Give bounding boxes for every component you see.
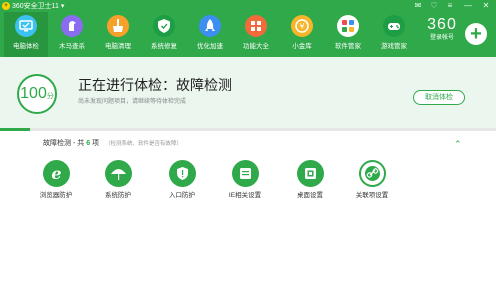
nav-item-label: 电脑清理 bbox=[105, 43, 131, 50]
check-item-system[interactable]: 系统防护 bbox=[88, 160, 148, 210]
coin-icon: ¥ bbox=[291, 15, 313, 37]
nav-item-label: 游戏管家 bbox=[381, 43, 407, 50]
nav-item-label: 软件管家 bbox=[335, 43, 361, 50]
nav-item-wallet[interactable]: ¥ 小金库 bbox=[280, 12, 324, 57]
section-count: 6 bbox=[86, 140, 91, 147]
apps-icon bbox=[337, 15, 359, 37]
nav-item-cleanup[interactable]: 电脑清理 bbox=[96, 12, 140, 57]
check-item-label: 入口防护 bbox=[169, 192, 195, 199]
progress-fill bbox=[0, 128, 30, 131]
nav-item-trojan[interactable]: 木马查杀 bbox=[50, 12, 94, 57]
score-unit: 分 bbox=[46, 93, 54, 100]
ie-settings-icon bbox=[232, 160, 259, 187]
app-logo-icon: + bbox=[2, 2, 10, 10]
checkup-progress-bar bbox=[0, 128, 496, 131]
check-item-label: 系统防护 bbox=[105, 192, 131, 199]
rocket-icon bbox=[199, 15, 221, 37]
close-button[interactable]: ✕ bbox=[480, 0, 492, 12]
nav-item-label: 系统修复 bbox=[151, 43, 177, 50]
grid-icon bbox=[245, 15, 267, 37]
account-area[interactable]: 360 登录帐号 bbox=[420, 16, 464, 54]
app-title[interactable]: 360安全卫士11 ▾ bbox=[12, 2, 64, 11]
section-header: 故障检测 - 共 6 项 （检测系统、软件是否有故障） bbox=[43, 139, 182, 149]
check-item-desktop[interactable]: 桌面设置 bbox=[280, 160, 340, 210]
gamepad-icon bbox=[383, 15, 405, 37]
link-icon bbox=[359, 160, 386, 187]
nav-item-label: 小金库 bbox=[292, 43, 312, 50]
nav-item-games[interactable]: 游戏管家 bbox=[372, 12, 416, 57]
nav-item-label: 优化加速 bbox=[197, 43, 223, 50]
nav-item-speedup[interactable]: 优化加速 bbox=[188, 12, 232, 57]
menu-icon[interactable]: ≡ bbox=[444, 0, 456, 12]
monitor-check-icon bbox=[15, 15, 37, 37]
svg-text:e: e bbox=[51, 164, 61, 183]
section-prefix: 故障检测 - 共 bbox=[43, 140, 85, 147]
shield-icon bbox=[153, 15, 175, 37]
check-item-ie-settings[interactable]: IE相关设置 bbox=[215, 160, 275, 210]
nav-item-label: 电脑体检 bbox=[13, 43, 39, 50]
ie-icon: e bbox=[43, 160, 70, 187]
title-bar: + 360安全卫士11 ▾ ✉ ♡ ≡ — ✕ bbox=[0, 0, 496, 12]
umbrella-icon bbox=[105, 160, 132, 187]
check-item-browser[interactable]: e 浏览器防护 bbox=[26, 160, 86, 210]
desktop-icon bbox=[297, 160, 324, 187]
brand-logo: 360 bbox=[427, 16, 457, 33]
broom-icon bbox=[107, 15, 129, 37]
plus-button[interactable]: + bbox=[465, 23, 487, 45]
minimize-button[interactable]: — bbox=[462, 0, 474, 12]
checkup-status: 正在进行体检：故障检测 bbox=[78, 77, 232, 93]
horse-icon bbox=[61, 15, 83, 37]
nav-item-label: 木马查杀 bbox=[59, 43, 85, 50]
nav-item-label: 功能大全 bbox=[243, 43, 269, 50]
section-suffix: 项 bbox=[92, 140, 100, 147]
chevron-up-icon[interactable]: ⌃ bbox=[454, 139, 462, 149]
cancel-checkup-button[interactable]: 取消体检 bbox=[413, 90, 465, 105]
check-item-label: 浏览器防护 bbox=[39, 192, 73, 199]
shield-icon bbox=[169, 160, 196, 187]
check-item-entry[interactable]: 入口防护 bbox=[152, 160, 212, 210]
check-item-label: 桌面设置 bbox=[297, 192, 323, 199]
login-link[interactable]: 登录帐号 bbox=[420, 34, 464, 42]
skin-icon[interactable]: ♡ bbox=[428, 0, 440, 12]
checkup-subtext: 尚未发现问题项目，请继续等待体检完成 bbox=[78, 99, 187, 105]
nav-item-checkup[interactable]: 电脑体检 bbox=[4, 12, 48, 57]
svg-text:¥: ¥ bbox=[299, 22, 304, 31]
nav-item-repair[interactable]: 系统修复 bbox=[142, 12, 186, 57]
message-icon[interactable]: ✉ bbox=[412, 0, 424, 12]
check-item-label: 关联项设置 bbox=[355, 192, 389, 199]
check-item-label: IE相关设置 bbox=[228, 192, 262, 199]
nav-item-software[interactable]: 软件管家 bbox=[326, 12, 370, 57]
check-item-association[interactable]: 关联项设置 bbox=[342, 160, 402, 210]
section-note: （检测系统、软件是否有故障） bbox=[105, 141, 183, 147]
nav-item-features[interactable]: 功能大全 bbox=[234, 12, 278, 57]
score-badge: 100分 bbox=[17, 74, 57, 114]
checkup-banner: 100分 正在进行体检：故障检测 尚未发现问题项目，请继续等待体检完成 取消体检 bbox=[0, 57, 496, 129]
score-value: 100 bbox=[20, 85, 47, 102]
